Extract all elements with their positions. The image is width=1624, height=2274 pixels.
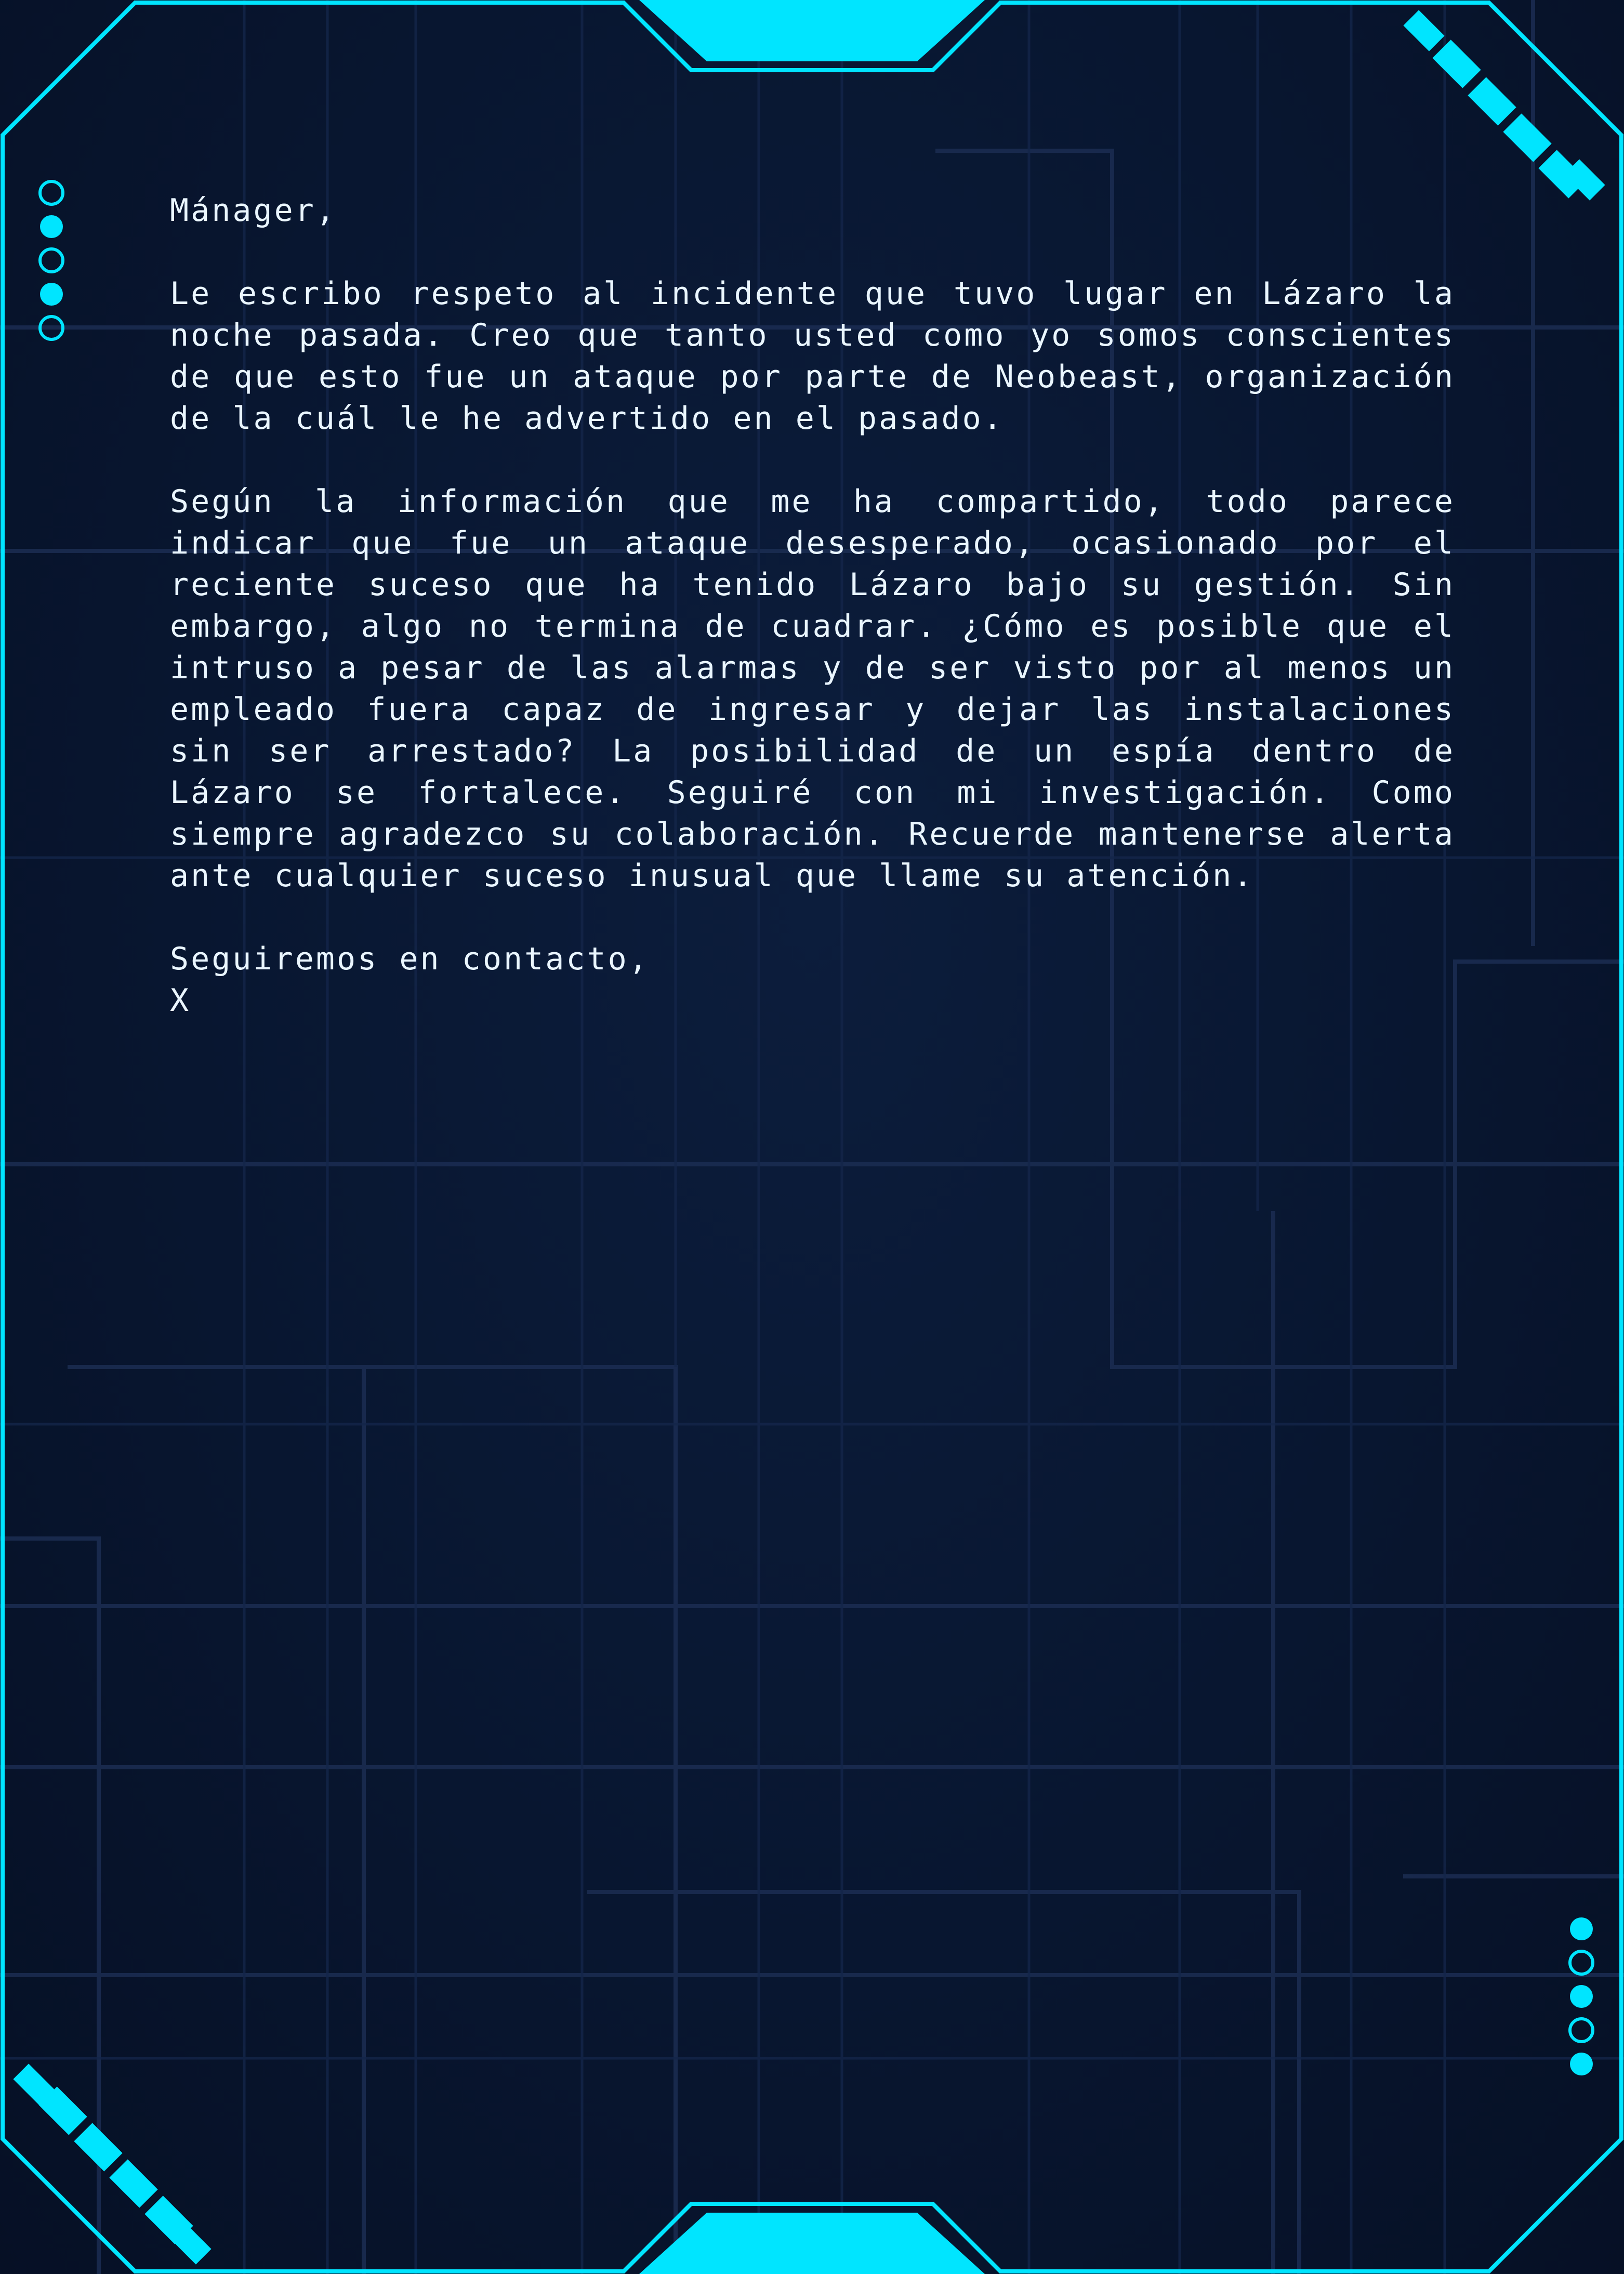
right-indicator-dot-5 (1570, 2053, 1593, 2075)
left-indicator-dot-5 (38, 315, 64, 341)
right-indicator-dot-1 (1570, 1917, 1593, 1940)
greeting: Mánager, (170, 192, 337, 229)
bottom-tab (639, 2213, 985, 2274)
left-indicator-dot-1 (38, 180, 64, 206)
right-indicator-dot-4 (1568, 2017, 1594, 2043)
top-tab (639, 0, 985, 61)
right-indicator-dots (1568, 1917, 1594, 2075)
top-right-stripes (1403, 10, 1605, 201)
paragraph-2: Según la información que me ha compartid… (170, 483, 1455, 894)
left-indicator-dot-3 (38, 247, 64, 273)
letter-body: Mánager, Le escribo respeto al incidente… (170, 190, 1455, 1021)
left-indicator-dot-4 (40, 283, 63, 306)
letter-page: Mánager, Le escribo respeto al incidente… (0, 0, 1624, 2274)
right-indicator-dot-3 (1570, 1985, 1593, 2008)
closing-line: Seguiremos en contacto, (170, 941, 650, 977)
left-indicator-dot-2 (40, 215, 63, 238)
bottom-left-stripes (13, 2063, 212, 2265)
right-indicator-dot-2 (1568, 1950, 1594, 1976)
left-indicator-dots (38, 180, 64, 341)
signature: X (170, 982, 191, 1019)
paragraph-1: Le escribo respeto al incidente que tuvo… (170, 275, 1455, 437)
